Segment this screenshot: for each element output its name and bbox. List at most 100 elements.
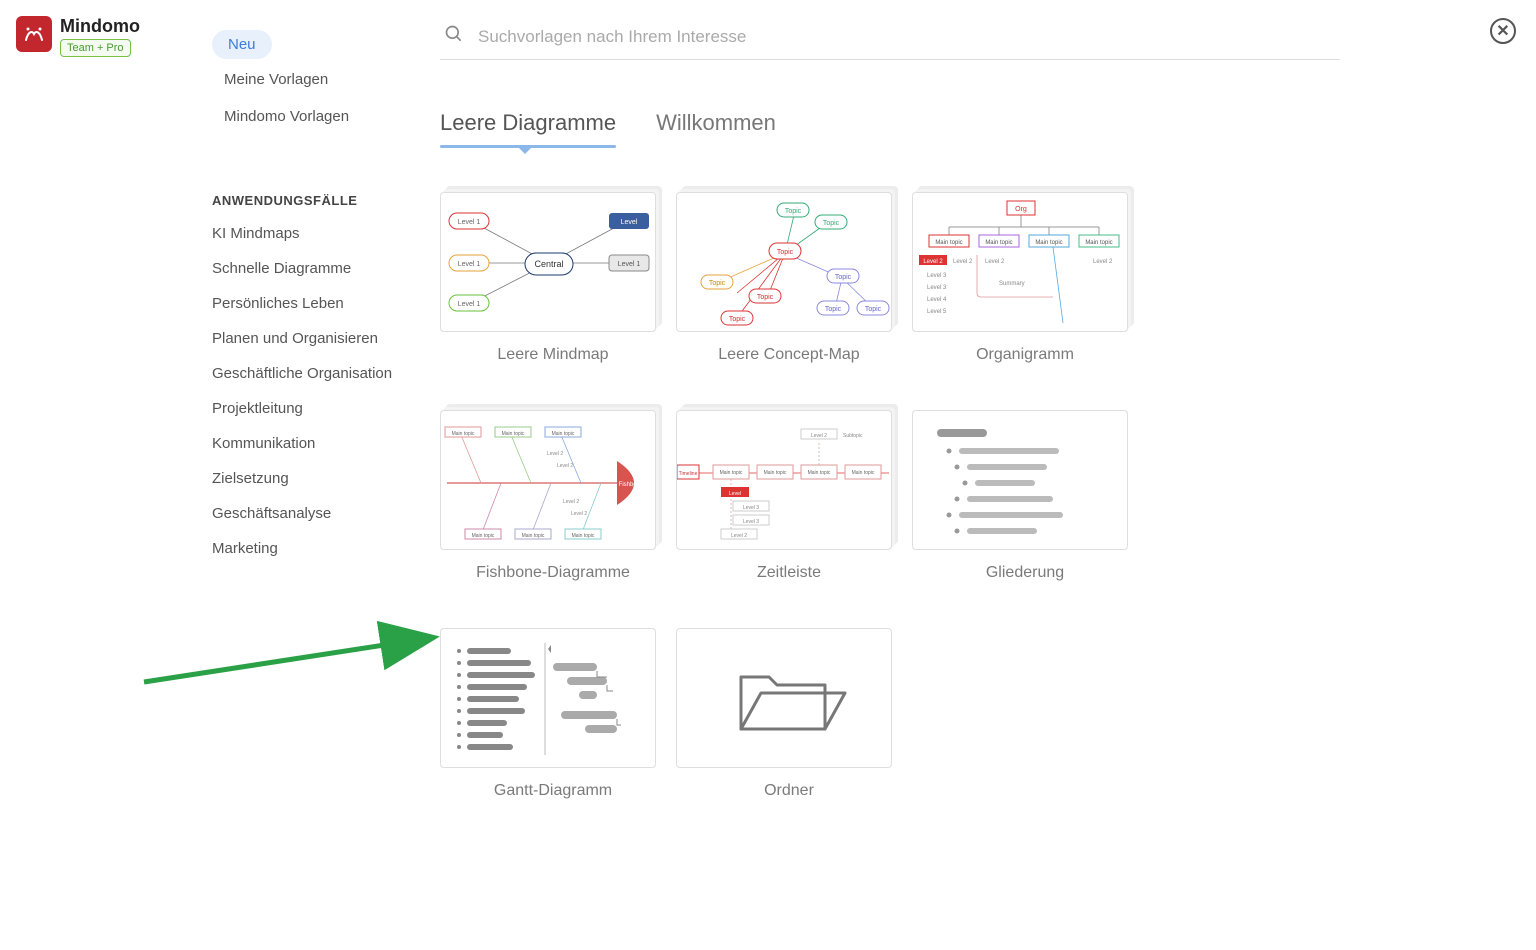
svg-text:Main topic: Main topic	[472, 533, 495, 539]
template-label: Zeitleiste	[676, 564, 902, 582]
svg-text:Level 3: Level 3	[927, 273, 947, 279]
svg-text:Topic: Topic	[865, 306, 882, 313]
sidebar-item-marketing[interactable]: Marketing	[212, 531, 422, 566]
brand: Mindomo Team + Pro	[16, 16, 140, 57]
thumb-org: Org Main topic Main topic Main topic Mai…	[912, 192, 1128, 332]
svg-text:Main topic: Main topic	[852, 470, 875, 476]
svg-text:Level 2: Level 2	[953, 259, 973, 265]
tabs: Leere Diagramme Willkommen	[440, 110, 1340, 146]
svg-text:Level 2: Level 2	[923, 259, 943, 265]
svg-text:Main topic: Main topic	[572, 533, 595, 539]
svg-text:Subtopic: Subtopic	[843, 433, 863, 439]
thumb-mindmap: Central Level 1 Level 1 Level 1 Level Le…	[440, 192, 656, 332]
svg-text:Main topic: Main topic	[502, 431, 525, 437]
svg-text:Level 3: Level 3	[927, 285, 947, 291]
svg-text:Level 2: Level 2	[1093, 259, 1113, 265]
template-label: Leere Mindmap	[440, 346, 666, 364]
svg-text:Level 5: Level 5	[927, 309, 947, 315]
thumb-gantt	[440, 628, 656, 768]
sidebar-link-my-templates[interactable]: Meine Vorlagen	[212, 63, 422, 96]
svg-text:Level 2: Level 2	[811, 433, 827, 439]
thumb-outline	[912, 410, 1128, 550]
template-card-fishbone[interactable]: Fishbone Main topic Main topic Main topi…	[440, 404, 666, 582]
annotation-arrow-icon	[140, 612, 460, 702]
svg-text:Level 2: Level 2	[731, 533, 747, 539]
svg-text:Topic: Topic	[835, 274, 852, 281]
tab-blank-diagrams[interactable]: Leere Diagramme	[440, 110, 616, 146]
search-icon	[444, 24, 464, 49]
svg-text:Topic: Topic	[785, 208, 802, 215]
thumb-fishbone: Fishbone Main topic Main topic Main topi…	[440, 410, 656, 550]
sidebar-item-communication[interactable]: Kommunikation	[212, 426, 422, 461]
svg-text:Main topic: Main topic	[985, 240, 1012, 246]
svg-text:Level: Level	[729, 491, 741, 497]
thumb-folder	[676, 628, 892, 768]
template-label: Gliederung	[912, 564, 1138, 582]
brand-plan-badge: Team + Pro	[60, 39, 131, 57]
sidebar-item-ki-mindmaps[interactable]: KI Mindmaps	[212, 216, 422, 251]
template-card-folder[interactable]: Ordner	[676, 622, 902, 800]
template-grid: Central Level 1 Level 1 Level 1 Level Le…	[440, 186, 1340, 800]
template-card-org-chart[interactable]: Org Main topic Main topic Main topic Mai…	[912, 186, 1138, 364]
svg-text:Main topic: Main topic	[452, 431, 475, 437]
close-button[interactable]: ✕	[1490, 18, 1516, 44]
sidebar-link-new[interactable]: Neu	[212, 30, 272, 59]
template-card-gantt[interactable]: Gantt-Diagramm	[440, 622, 666, 800]
template-label: Organigramm	[912, 346, 1138, 364]
thumb-timeline: Timeline Main topic Main topic Main topi…	[676, 410, 892, 550]
svg-text:Level 2: Level 2	[547, 451, 563, 457]
svg-text:Main topic: Main topic	[808, 470, 831, 476]
svg-text:Main topic: Main topic	[764, 470, 787, 476]
svg-text:Level 1: Level 1	[618, 261, 641, 268]
thumb-concept: Topic Topic Topic Topic Topic Topic Topi…	[676, 192, 892, 332]
sidebar-item-plan-organize[interactable]: Planen und Organisieren	[212, 321, 422, 356]
sidebar-link-mindomo-templates[interactable]: Mindomo Vorlagen	[212, 100, 422, 133]
svg-text:Main topic: Main topic	[1035, 240, 1062, 246]
svg-text:Main topic: Main topic	[720, 470, 743, 476]
sidebar-item-project-mgmt[interactable]: Projektleitung	[212, 391, 422, 426]
svg-text:Central: Central	[534, 259, 563, 269]
template-label: Ordner	[676, 782, 902, 800]
svg-text:Level 1: Level 1	[458, 219, 481, 226]
sidebar-section-title: ANWENDUNGSFÄLLE	[212, 193, 422, 208]
svg-text:Summary: Summary	[999, 281, 1025, 287]
template-card-mindmap[interactable]: Central Level 1 Level 1 Level 1 Level Le…	[440, 186, 666, 364]
template-card-concept-map[interactable]: Topic Topic Topic Topic Topic Topic Topi…	[676, 186, 902, 364]
brand-logo-icon	[16, 16, 52, 52]
sidebar: Neu Meine Vorlagen Mindomo Vorlagen ANWE…	[212, 30, 422, 566]
svg-text:Main topic: Main topic	[552, 431, 575, 437]
search-bar	[440, 24, 1340, 60]
search-input[interactable]	[478, 27, 1336, 47]
svg-text:Level 2: Level 2	[563, 499, 579, 505]
close-icon: ✕	[1496, 21, 1509, 41]
svg-text:Topic: Topic	[823, 220, 840, 227]
main-area: Leere Diagramme Willkommen Central Level…	[440, 24, 1340, 800]
sidebar-item-personal-life[interactable]: Persönliches Leben	[212, 286, 422, 321]
sidebar-item-quick-diagrams[interactable]: Schnelle Diagramme	[212, 251, 422, 286]
svg-text:Topic: Topic	[757, 294, 774, 301]
svg-text:Topic: Topic	[777, 249, 794, 256]
svg-text:Topic: Topic	[709, 280, 726, 287]
svg-text:Level 1: Level 1	[458, 261, 481, 268]
template-card-timeline[interactable]: Timeline Main topic Main topic Main topi…	[676, 404, 902, 582]
brand-name: Mindomo	[60, 16, 140, 37]
sidebar-item-business-org[interactable]: Geschäftliche Organisation	[212, 356, 422, 391]
svg-text:Level 3: Level 3	[743, 505, 759, 511]
svg-text:Level 2: Level 2	[557, 463, 573, 469]
svg-text:Main topic: Main topic	[522, 533, 545, 539]
svg-text:Level 4: Level 4	[927, 297, 947, 303]
svg-text:Main topic: Main topic	[1085, 240, 1112, 246]
svg-text:Level 2: Level 2	[571, 511, 587, 517]
svg-text:Timeline: Timeline	[679, 471, 698, 477]
svg-text:Topic: Topic	[729, 316, 746, 323]
svg-text:Level 1: Level 1	[458, 301, 481, 308]
sidebar-item-business-analysis[interactable]: Geschäftsanalyse	[212, 496, 422, 531]
sidebar-item-goals[interactable]: Zielsetzung	[212, 461, 422, 496]
svg-text:Main topic: Main topic	[935, 240, 962, 246]
template-card-outline[interactable]: Gliederung	[912, 404, 1138, 582]
template-label: Fishbone-Diagramme	[440, 564, 666, 582]
tab-welcome[interactable]: Willkommen	[656, 110, 776, 146]
svg-text:Org: Org	[1015, 206, 1027, 213]
svg-text:Level: Level	[621, 219, 638, 226]
template-label: Gantt-Diagramm	[440, 782, 666, 800]
